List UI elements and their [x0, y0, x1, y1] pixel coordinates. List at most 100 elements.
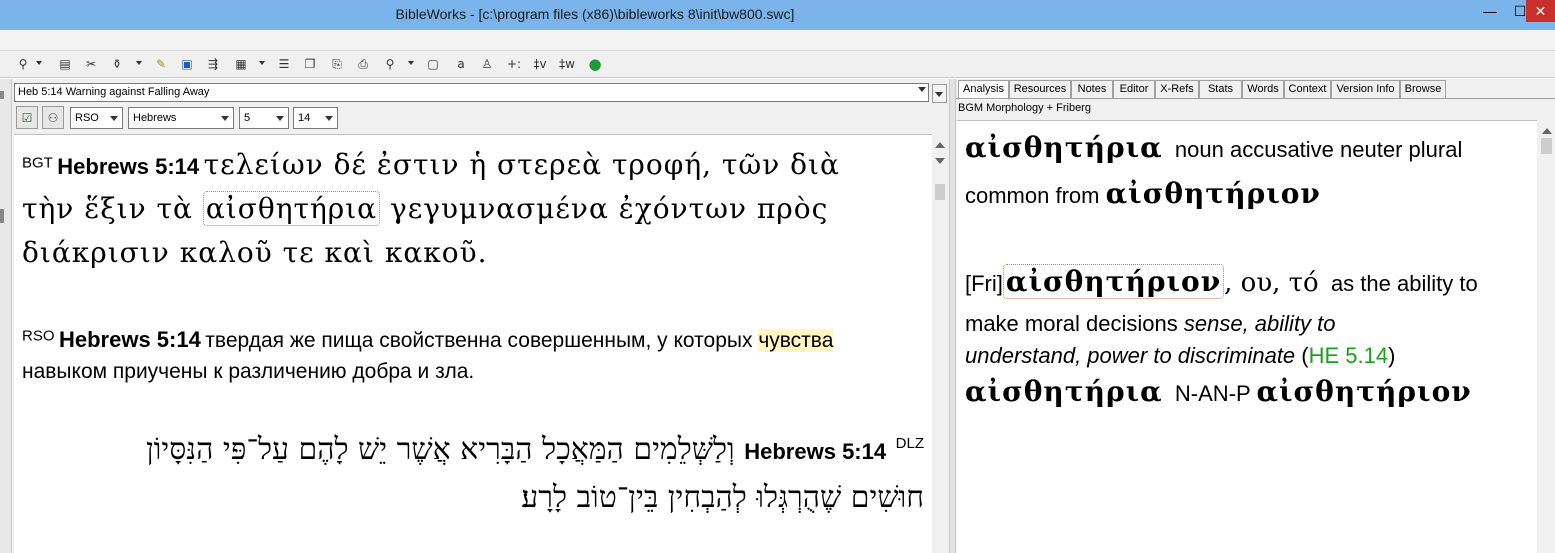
gutter-mark	[0, 209, 4, 223]
ref-paren-open: (	[1301, 343, 1309, 368]
grid-icon[interactable]: ▦	[232, 55, 250, 73]
verse-reference[interactable]: Hebrews 5:14	[57, 154, 199, 179]
export-icon[interactable]: ⎘	[328, 55, 346, 73]
version-select-value: RSO	[75, 112, 99, 124]
verse-icon[interactable]: ‡v	[531, 55, 549, 73]
scroll-up-icon[interactable]	[1542, 128, 1552, 134]
tab-browse[interactable]: Browse	[1400, 80, 1446, 99]
highlighted-word[interactable]: чувства	[758, 329, 834, 352]
version-tag[interactable]: DLZ	[896, 435, 924, 452]
tab-resources[interactable]: Resources	[1009, 80, 1071, 99]
verse-line[interactable]: Hebrews 5:14 DLZ וְלַשְּׁלֵמִים הַמַּאֲכ…	[74, 421, 924, 521]
scroll-thumb[interactable]	[935, 184, 945, 200]
main-toolbar: ⚲ ▤ ✂ ⚱ ✎ ▣ ⇶ ▦ ☰ ❐ ⎘ ⎙ ⚲ ▢ a ♙ +: ‡v ‡w…	[0, 51, 1555, 78]
gutter-mark	[0, 91, 4, 99]
tab-xrefs[interactable]: X-Refs	[1155, 80, 1199, 99]
tab-notes[interactable]: Notes	[1071, 80, 1113, 99]
tab-stats[interactable]: Stats	[1199, 80, 1242, 99]
scripture-link[interactable]: HE 5.14	[1309, 343, 1389, 368]
verse-reference[interactable]: Hebrews 5:14	[744, 439, 886, 464]
morph-word[interactable]: αἰσθητήρια	[965, 131, 1163, 164]
verse-reference[interactable]: Hebrews 5:14	[59, 327, 201, 352]
verse-heading-combo[interactable]: Heb 5:14 Warning against Falling Away	[14, 83, 929, 102]
verse-bgt[interactable]: BGT Hebrews 5:14 τελείων δέ ἐστιν ἡ στερ…	[22, 143, 902, 275]
tools-icon[interactable]: ✂	[82, 55, 100, 73]
friberg-gloss: understand, power to discriminate	[965, 343, 1296, 368]
menu-bar	[0, 30, 1555, 51]
window-layout-icon[interactable]: ▢	[424, 55, 442, 73]
font-icon[interactable]: a	[452, 55, 470, 73]
verse-rso[interactable]: RSO Hebrews 5:14 твердая же пища свойств…	[22, 325, 902, 387]
lamp-icon[interactable]: ⚱	[108, 55, 126, 73]
link-button[interactable]: ⚇	[42, 106, 64, 129]
tab-analysis[interactable]: Analysis	[958, 80, 1009, 100]
pane-menu-button[interactable]	[932, 84, 947, 103]
morph-lemma[interactable]: αἰσθητήριον	[1106, 177, 1321, 210]
check-button[interactable]: ☑	[16, 106, 38, 129]
tab-words[interactable]: Words	[1242, 80, 1284, 99]
parse-code: N-AN-P	[1174, 381, 1251, 406]
tab-editor[interactable]: Editor	[1113, 80, 1155, 99]
highlighter-icon[interactable]: ✎	[152, 55, 170, 73]
verse-text[interactable]: твердая же пища свойственна совершенным,…	[205, 329, 758, 352]
friberg-forms: , ου, τό	[1224, 268, 1319, 298]
version-select[interactable]: RSO	[70, 107, 123, 129]
search-icon[interactable]: ⚲	[14, 55, 32, 73]
morph-line-1: αἰσθητήρια noun accusative neuter plural	[965, 131, 1530, 164]
plus-icon[interactable]: +:	[505, 55, 523, 73]
search-options-icon[interactable]: ⚲	[381, 55, 399, 73]
chevron-down-icon	[325, 116, 333, 121]
friberg-line-2: make moral decisions sense, ability to	[965, 311, 1530, 337]
search-dropdown-arrow[interactable]	[36, 61, 42, 65]
tab-version-info[interactable]: Version Info	[1331, 80, 1400, 99]
friberg-lemma[interactable]: αἰσθητήριον	[1002, 264, 1225, 299]
print-icon[interactable]: ⎙	[354, 55, 372, 73]
analysis-caption: BGM Morphology + Friberg	[958, 102, 1091, 114]
toolbox-icon[interactable]: ▤	[56, 55, 74, 73]
friberg-definition: make moral decisions	[965, 311, 1178, 336]
friberg-tag: [Fri]	[965, 271, 1003, 296]
verse-select[interactable]: 14	[293, 107, 338, 129]
pane-splitter[interactable]	[949, 79, 956, 553]
friberg-line-1: [Fri] αἰσθητήριον, ου, τό as the ability …	[965, 264, 1530, 299]
friberg-line-3: understand, power to discriminate (HE 5.…	[965, 343, 1530, 369]
browse-text-area[interactable]: BGT Hebrews 5:14 τελείων δέ ἐστιν ἡ στερ…	[14, 134, 932, 553]
list-icon[interactable]: ☰	[275, 55, 293, 73]
parse-lemma[interactable]: αἰσθητήριον	[1256, 375, 1471, 408]
version-tag[interactable]: BGT	[22, 155, 53, 172]
morph-description: common from	[965, 183, 1100, 208]
verse-heading-text: Heb 5:14 Warning against Falling Away	[18, 86, 210, 98]
arrows-icon[interactable]: ⇶	[204, 55, 222, 73]
chevron-down-icon	[918, 87, 926, 92]
word-icon[interactable]: ‡w	[558, 55, 576, 73]
left-gutter	[0, 79, 12, 553]
title-bar: BibleWorks - [c:\program files (x86)\bib…	[0, 0, 1555, 30]
copy-icon[interactable]: ❐	[301, 55, 319, 73]
version-tag[interactable]: RSO	[22, 328, 55, 345]
book-select[interactable]: Hebrews	[128, 107, 234, 129]
verse-dlz[interactable]: Hebrews 5:14 DLZ וְלַשְּׁלֵמִים הַמַּאֲכ…	[74, 421, 924, 521]
close-button[interactable]: ✕	[1526, 0, 1555, 22]
friberg-gloss: sense, ability to	[1183, 311, 1336, 336]
tab-context[interactable]: Context	[1284, 80, 1331, 99]
person-icon[interactable]: ♙	[478, 55, 496, 73]
window-icon[interactable]: ▣	[178, 55, 196, 73]
scroll-thumb[interactable]	[1541, 138, 1552, 154]
globe-icon[interactable]: ●	[586, 55, 604, 73]
selected-word[interactable]: αἰσθητήρια	[202, 191, 381, 226]
analysis-scrollbar[interactable]	[1538, 120, 1555, 553]
chapter-select[interactable]: 5	[239, 107, 289, 129]
browse-scrollbar[interactable]	[932, 134, 948, 553]
scroll-up-icon[interactable]	[935, 142, 945, 148]
grid-dropdown-arrow[interactable]	[259, 61, 265, 65]
window-title: BibleWorks - [c:\program files (x86)\bib…	[395, 6, 795, 22]
scroll-down-icon[interactable]	[935, 158, 945, 164]
lamp-dropdown-arrow[interactable]	[136, 61, 142, 65]
search-options-dropdown-arrow[interactable]	[408, 61, 414, 65]
analysis-text-area[interactable]: αἰσθητήρια noun accusative neuter plural…	[957, 120, 1537, 553]
verse-text[interactable]: навыком приучены к различению добра и зл…	[22, 360, 474, 383]
parse-word[interactable]: αἰσθητήρια	[965, 375, 1163, 408]
minimize-button[interactable]: —	[1475, 0, 1505, 22]
parse-line: αἰσθητήρια N-AN-P αἰσθητήριον	[965, 375, 1530, 408]
chevron-down-icon	[221, 116, 229, 121]
